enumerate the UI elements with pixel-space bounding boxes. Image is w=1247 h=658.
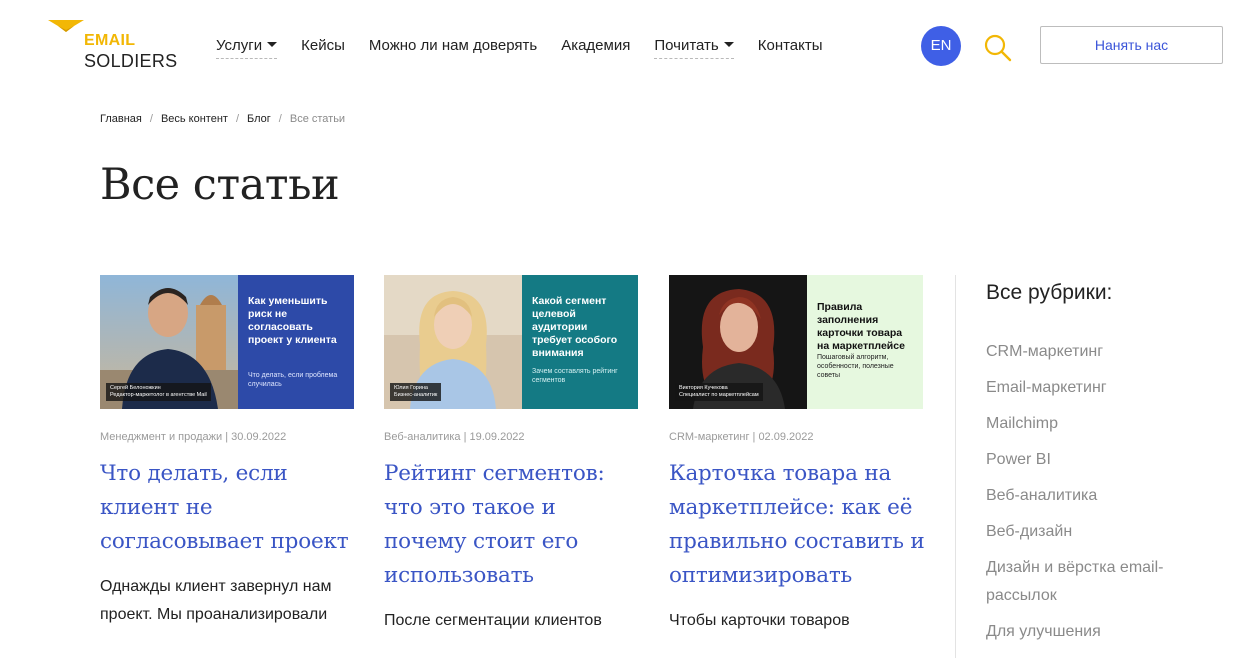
thumbnail-subtitle: Пошаговый алгоритм, особенности, полезны… (817, 354, 894, 379)
search-icon[interactable] (983, 33, 1013, 63)
nav-label: Контакты (757, 37, 823, 54)
thumbnail-title: Какой сегмент целевой аудитории требует … (532, 295, 618, 359)
nav-label: Можно ли нам доверять (368, 37, 538, 54)
article-thumbnail[interactable]: Виктория Кучекова Специалист по маркетпле… (669, 275, 923, 409)
breadcrumb: Главная / Весь контент / Блог / Все статьи (100, 113, 345, 125)
breadcrumb-current: Все статьи (289, 113, 346, 125)
nav-item-cases[interactable]: Кейсы (301, 36, 345, 58)
article-title-link[interactable]: Рейтинг сегментов: что это такое и почем… (384, 457, 640, 593)
article-meta: CRM-маркетинг | 02.09.2022 (669, 431, 814, 443)
nav-label: Услуги (216, 37, 263, 54)
nav-label: Кейсы (301, 37, 345, 54)
article-title-link[interactable]: Карточка товара на маркетплейсе: как её … (669, 457, 925, 593)
thumbnail-panel: Какой сегмент целевой аудитории требует … (522, 275, 638, 409)
thumbnail-title: Правила заполнения карточки товара на ма… (817, 301, 905, 352)
breadcrumb-home[interactable]: Главная (100, 113, 142, 125)
thumbnail-subtitle: Зачем составлять рейтинг сегментов (532, 368, 618, 384)
category-list: CRM-маркетинг Email-маркетинг Mailchimp … (986, 338, 1206, 654)
hire-us-button[interactable]: Нанять нас (1040, 26, 1223, 64)
article-card: Юлия Горина Бизнес-аналитик Какой сегмент… (384, 275, 640, 635)
nav-item-read[interactable]: Почитать (654, 36, 734, 59)
nav-item-services[interactable]: Услуги (216, 36, 278, 59)
article-card: Виктория Кучекова Специалист по маркетпле… (669, 275, 925, 635)
author-role: Редактор-маркетолог в агентстве Mail (110, 392, 207, 398)
nav-item-academy[interactable]: Академия (561, 36, 630, 58)
breadcrumb-separator: / (235, 113, 240, 125)
category-link[interactable]: Mailchimp (986, 410, 1206, 438)
breadcrumb-blog[interactable]: Блог (247, 113, 271, 125)
thumbnail-title: Как уменьшить риск не согласовать проект… (248, 295, 337, 346)
article-card: Сергей Белоножкин Редактор-маркетолог в а… (100, 275, 356, 629)
author-badge: Сергей Белоножкин Редактор-маркетолог в а… (106, 383, 211, 401)
nav-item-trust[interactable]: Можно ли нам доверять (369, 36, 537, 58)
sidebar-title: Все рубрики: (986, 281, 1113, 304)
thumbnail-panel: Правила заполнения карточки товара на ма… (807, 275, 923, 409)
chevron-down-icon (723, 41, 734, 47)
nav-item-contacts[interactable]: Контакты (758, 36, 823, 58)
nav-label: Академия (561, 37, 631, 54)
author-name: Сергей Белоножкин (110, 385, 161, 391)
article-thumbnail[interactable]: Юлия Горина Бизнес-аналитик Какой сегмент… (384, 275, 638, 409)
author-role: Бизнес-аналитик (394, 392, 438, 398)
category-link[interactable]: Дизайн и вёрстка email-рассылок (986, 554, 1206, 610)
category-link[interactable]: Веб-аналитика (986, 482, 1206, 510)
breadcrumb-separator: / (278, 113, 282, 125)
category-link[interactable]: Для улучшения (986, 618, 1206, 646)
thumbnail-panel: Как уменьшить риск не согласовать проект… (238, 275, 354, 409)
breadcrumb-separator: / (149, 113, 153, 125)
nav-label: Почитать (654, 37, 719, 54)
category-link[interactable]: Power BI (986, 446, 1206, 474)
author-badge: Виктория Кучекова Специалист по маркетпле… (675, 383, 763, 401)
chevron-down-icon (267, 41, 278, 47)
article-thumbnail[interactable]: Сергей Белоножкин Редактор-маркетолог в а… (100, 275, 354, 409)
author-name: Виктория Кучекова (679, 385, 728, 391)
article-meta: Веб-аналитика | 19.09.2022 (384, 431, 525, 443)
language-switch-button[interactable]: EN (921, 26, 961, 66)
thumbnail-subtitle: Что делать, если проблема случилась (248, 372, 338, 388)
author-role: Специалист по маркетплейсам (679, 392, 759, 398)
logo-word-email: EMAIL (84, 32, 136, 49)
article-excerpt: Чтобы карточки товаров (669, 612, 850, 629)
article-meta: Менеджмент и продажи | 30.09.2022 (100, 431, 287, 443)
author-name: Юлия Горина (394, 385, 428, 391)
category-link[interactable]: Email-маркетинг (986, 374, 1206, 402)
logo-mark-icon (48, 20, 84, 32)
article-title-link[interactable]: Что делать, если клиент не согласовывает… (100, 457, 356, 559)
main-nav: Услуги Кейсы Можно ли нам доверять Акаде… (216, 36, 847, 59)
sidebar-divider (955, 275, 956, 658)
logo[interactable]: EMAIL SOLDIERS (48, 18, 188, 74)
category-link[interactable]: Веб-дизайн (986, 518, 1206, 546)
page-title: Все статьи (100, 160, 340, 210)
article-excerpt: После сегментации клиентов (384, 612, 602, 629)
author-badge: Юлия Горина Бизнес-аналитик (390, 383, 442, 401)
logo-word-soldiers: SOLDIERS (84, 51, 178, 71)
category-link[interactable]: CRM-маркетинг (986, 338, 1206, 366)
breadcrumb-all-content[interactable]: Весь контент (161, 113, 228, 125)
article-excerpt: Однажды клиент завернул нам проект. Мы п… (100, 578, 332, 623)
